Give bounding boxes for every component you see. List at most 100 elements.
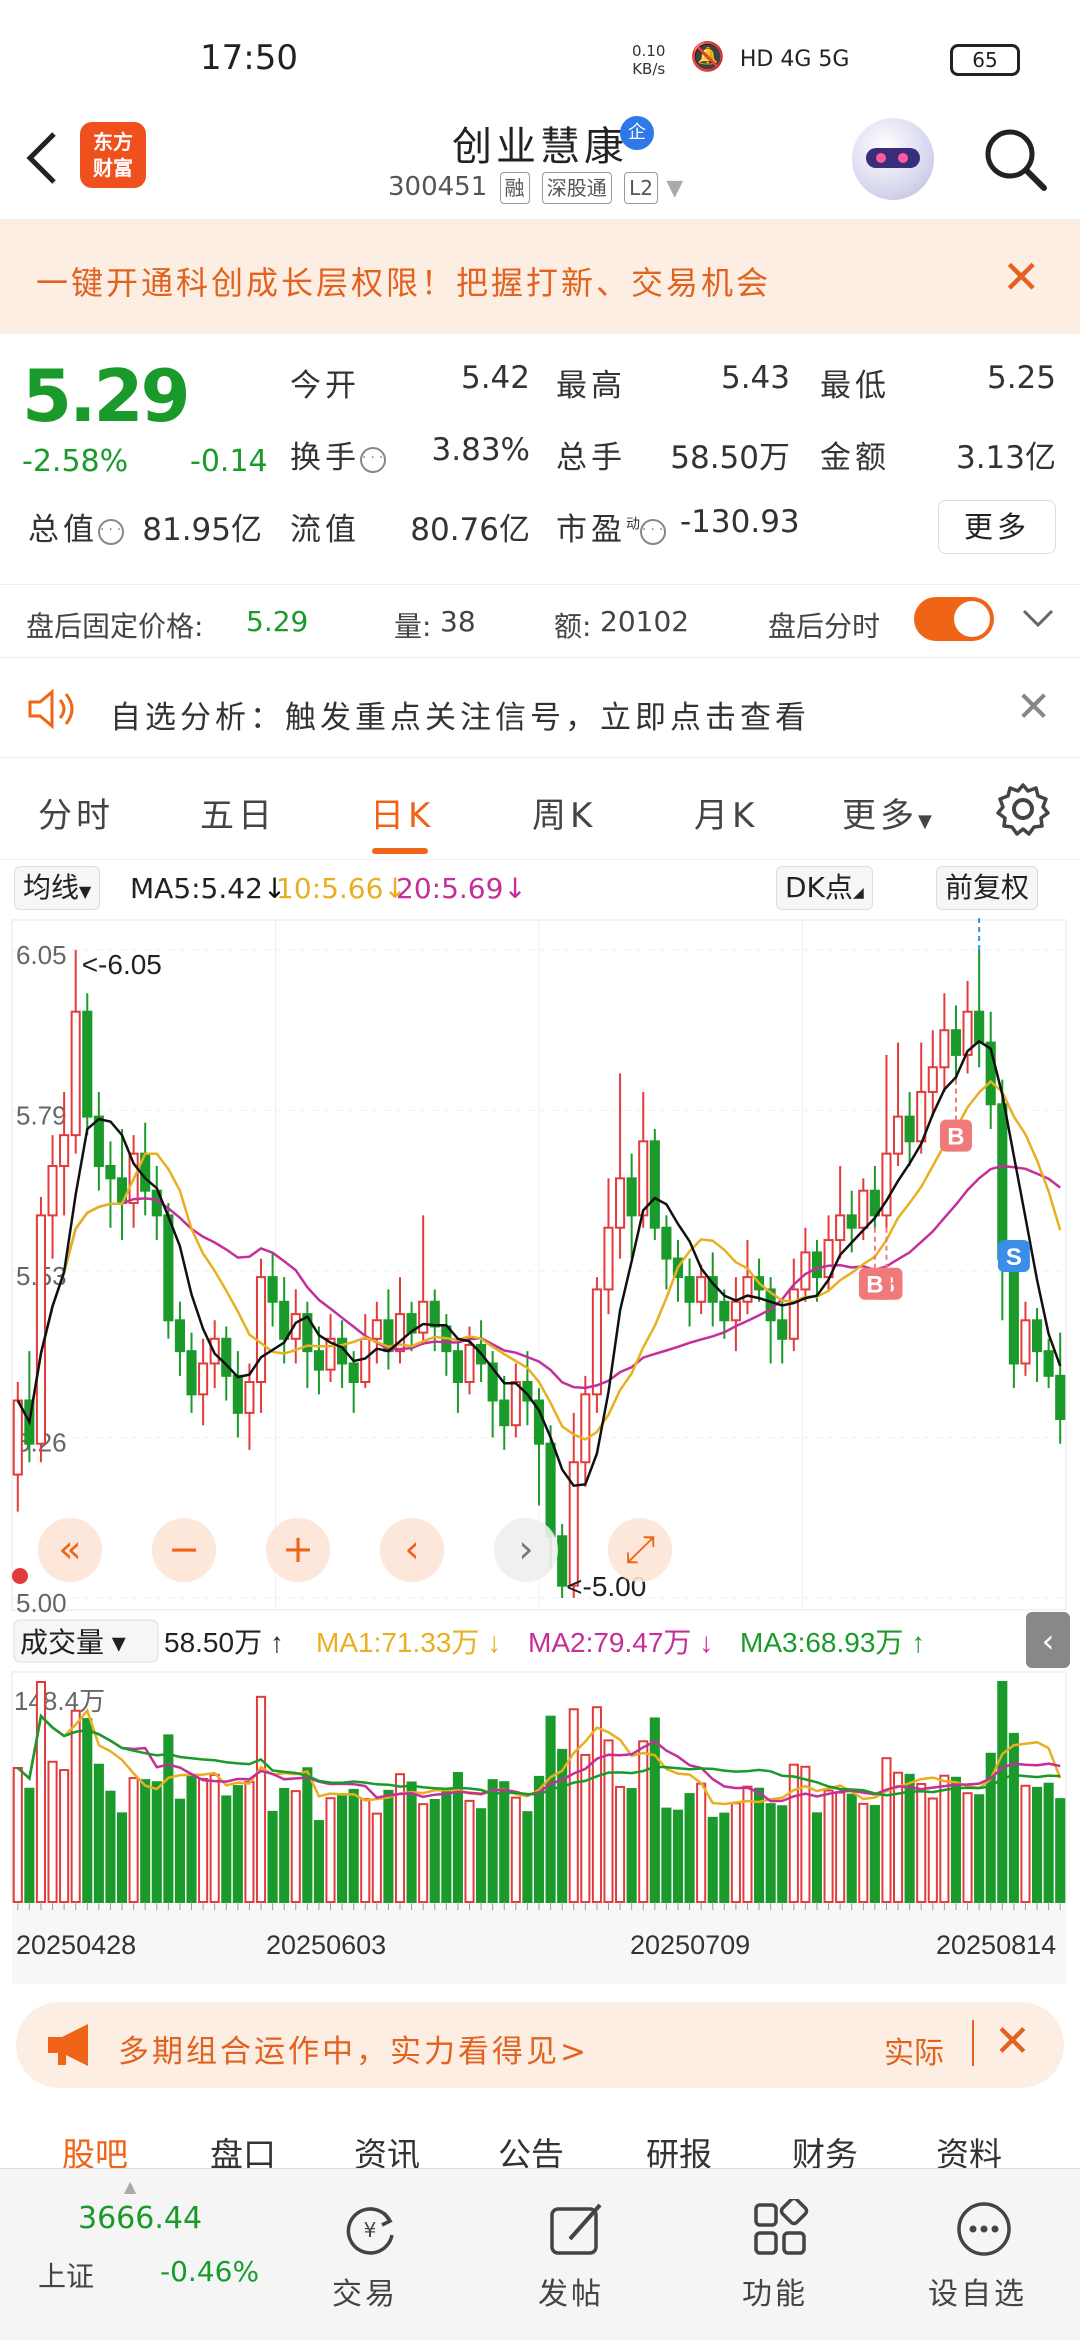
turnover-label[interactable]: 换手 ··· xyxy=(290,432,386,477)
analysis-banner[interactable]: 自选分析：触发重点关注信号，立即点击查看 ✕ xyxy=(0,658,1080,758)
candle-body[interactable] xyxy=(649,1140,660,1229)
info-icon[interactable]: ··· xyxy=(640,518,666,545)
candle-body[interactable] xyxy=(244,1381,255,1414)
chevron-down-icon[interactable] xyxy=(1020,607,1056,631)
tab-orderbook[interactable]: 盘口 xyxy=(210,2128,276,2170)
nav-functions[interactable]: 功能 xyxy=(730,2169,830,2339)
candle-body[interactable] xyxy=(186,1350,197,1396)
candle-body[interactable] xyxy=(730,1300,741,1322)
candle-body[interactable] xyxy=(939,1029,950,1069)
close-icon[interactable]: ✕ xyxy=(994,2016,1031,2067)
tab-forum[interactable]: 股吧 xyxy=(62,2128,128,2170)
candle-body[interactable] xyxy=(626,1177,637,1217)
candle-body[interactable] xyxy=(557,1535,568,1587)
nav-post[interactable]: 发帖 xyxy=(526,2169,626,2339)
candle-body[interactable] xyxy=(429,1300,440,1328)
dk-point-selector[interactable]: DK点◢ xyxy=(776,866,873,910)
candle-body[interactable] xyxy=(279,1300,290,1340)
tab-intraday[interactable]: 分时 xyxy=(38,788,114,837)
close-icon[interactable]: ✕ xyxy=(1016,682,1051,731)
candle-body[interactable] xyxy=(696,1276,707,1303)
candle-body[interactable] xyxy=(927,1066,938,1093)
promo-banner[interactable]: 一键开通科创成长层权限！把握打新、交易机会 ✕ xyxy=(0,220,1080,334)
search-icon[interactable] xyxy=(982,126,1048,192)
candle-body[interactable] xyxy=(360,1337,371,1383)
candle-body[interactable] xyxy=(777,1319,788,1340)
candle-body[interactable] xyxy=(464,1343,475,1384)
candle-body[interactable] xyxy=(904,1115,915,1143)
market-cap-label[interactable]: 总值 ··· xyxy=(28,504,124,549)
candle-body[interactable] xyxy=(580,1393,591,1464)
candle-body[interactable] xyxy=(12,1399,23,1476)
candle-body[interactable] xyxy=(371,1319,382,1340)
portfolio-promo-banner[interactable]: 多期组合运作中，实力看得见> 实际 ✕ xyxy=(16,2002,1064,2088)
info-icon[interactable]: ··· xyxy=(98,518,124,545)
candle-body[interactable] xyxy=(348,1362,359,1384)
ma-selector[interactable]: 均线▼ xyxy=(14,866,101,910)
analysis-text[interactable]: 自选分析：触发重点关注信号，立即点击查看 xyxy=(110,692,810,737)
tab-weekly-k[interactable]: 周K xyxy=(532,788,596,837)
candle-body[interactable] xyxy=(835,1214,846,1242)
candle-body[interactable] xyxy=(858,1189,869,1229)
candle-body[interactable] xyxy=(198,1362,209,1396)
tab-research[interactable]: 研报 xyxy=(646,2128,712,2170)
candle-body[interactable] xyxy=(661,1226,672,1260)
candle-body[interactable] xyxy=(105,1165,116,1180)
candle-body[interactable] xyxy=(591,1288,602,1396)
candle-body[interactable] xyxy=(545,1442,556,1538)
gear-icon[interactable] xyxy=(996,782,1050,836)
candle-body[interactable] xyxy=(70,1010,81,1137)
tab-more[interactable]: 更多▼ xyxy=(842,788,936,837)
tab-profile[interactable]: 资料 xyxy=(936,2128,1002,2170)
candle-body[interactable] xyxy=(1055,1374,1066,1421)
candle-body[interactable] xyxy=(974,1010,985,1044)
candle-body[interactable] xyxy=(950,1029,962,1056)
index-ticker[interactable]: ▲ 3666.44 上证 -0.46% xyxy=(26,2177,259,2327)
nav-add-watchlist[interactable]: 设自选 xyxy=(920,2169,1050,2339)
tab-five-day[interactable]: 五日 xyxy=(200,788,276,837)
candle-body[interactable] xyxy=(1031,1319,1043,1353)
candle-body[interactable] xyxy=(800,1251,811,1291)
adjust-selector[interactable]: 前复权 xyxy=(936,866,1039,910)
tab-daily-k[interactable]: 日K xyxy=(370,788,434,837)
candle-body[interactable] xyxy=(313,1350,324,1371)
portfolio-promo-text[interactable]: 多期组合运作中，实力看得见> xyxy=(118,2026,589,2071)
tab-news[interactable]: 资讯 xyxy=(354,2128,420,2170)
candle-body[interactable] xyxy=(1008,1257,1019,1365)
nav-trade[interactable]: ¥ 交易 xyxy=(320,2169,420,2339)
candle-body[interactable] xyxy=(163,1214,174,1322)
info-icon[interactable]: ··· xyxy=(360,446,386,473)
candle-body[interactable] xyxy=(255,1276,267,1384)
candle-body[interactable] xyxy=(1020,1319,1031,1365)
tab-monthly-k[interactable]: 月K xyxy=(694,788,758,837)
candle-body[interactable] xyxy=(997,1103,1008,1260)
candle-body[interactable] xyxy=(221,1337,232,1377)
candle-body[interactable] xyxy=(267,1276,278,1303)
candle-body[interactable] xyxy=(893,1115,904,1155)
candle-body[interactable] xyxy=(638,1140,649,1217)
candle-body[interactable] xyxy=(811,1251,823,1279)
candle-body[interactable] xyxy=(499,1399,510,1427)
candle-body[interactable] xyxy=(719,1300,730,1322)
tab-announcements[interactable]: 公告 xyxy=(498,2128,564,2170)
candle-body[interactable] xyxy=(418,1300,429,1334)
real-label[interactable]: 实际 xyxy=(884,2028,944,2072)
candle-body[interactable] xyxy=(684,1276,695,1303)
candle-body[interactable] xyxy=(846,1214,857,1229)
candle-body[interactable] xyxy=(232,1374,243,1414)
candle-body[interactable] xyxy=(452,1350,463,1383)
candle-body[interactable] xyxy=(35,1214,47,1445)
candle-body[interactable] xyxy=(788,1288,799,1340)
candle-body[interactable] xyxy=(59,1134,70,1167)
candle-body[interactable] xyxy=(1043,1350,1054,1377)
tag-l2[interactable]: L2 xyxy=(624,172,658,204)
pe-label[interactable]: 市盈动 ··· xyxy=(556,504,666,549)
assistant-robot-icon[interactable] xyxy=(852,118,934,200)
tab-finance[interactable]: 财务 xyxy=(792,2128,858,2170)
candle-body[interactable] xyxy=(174,1319,185,1353)
candle-body[interactable] xyxy=(615,1177,626,1229)
candle-body[interactable] xyxy=(603,1226,614,1291)
candle-body[interactable] xyxy=(82,1010,93,1118)
promo-text[interactable]: 一键开通科创成长层权限！把握打新、交易机会 xyxy=(36,258,771,304)
kline-svg[interactable]: 6.055.795.535.265.00<-6.05<-5.00SBBSB«−+… xyxy=(0,916,1080,1986)
